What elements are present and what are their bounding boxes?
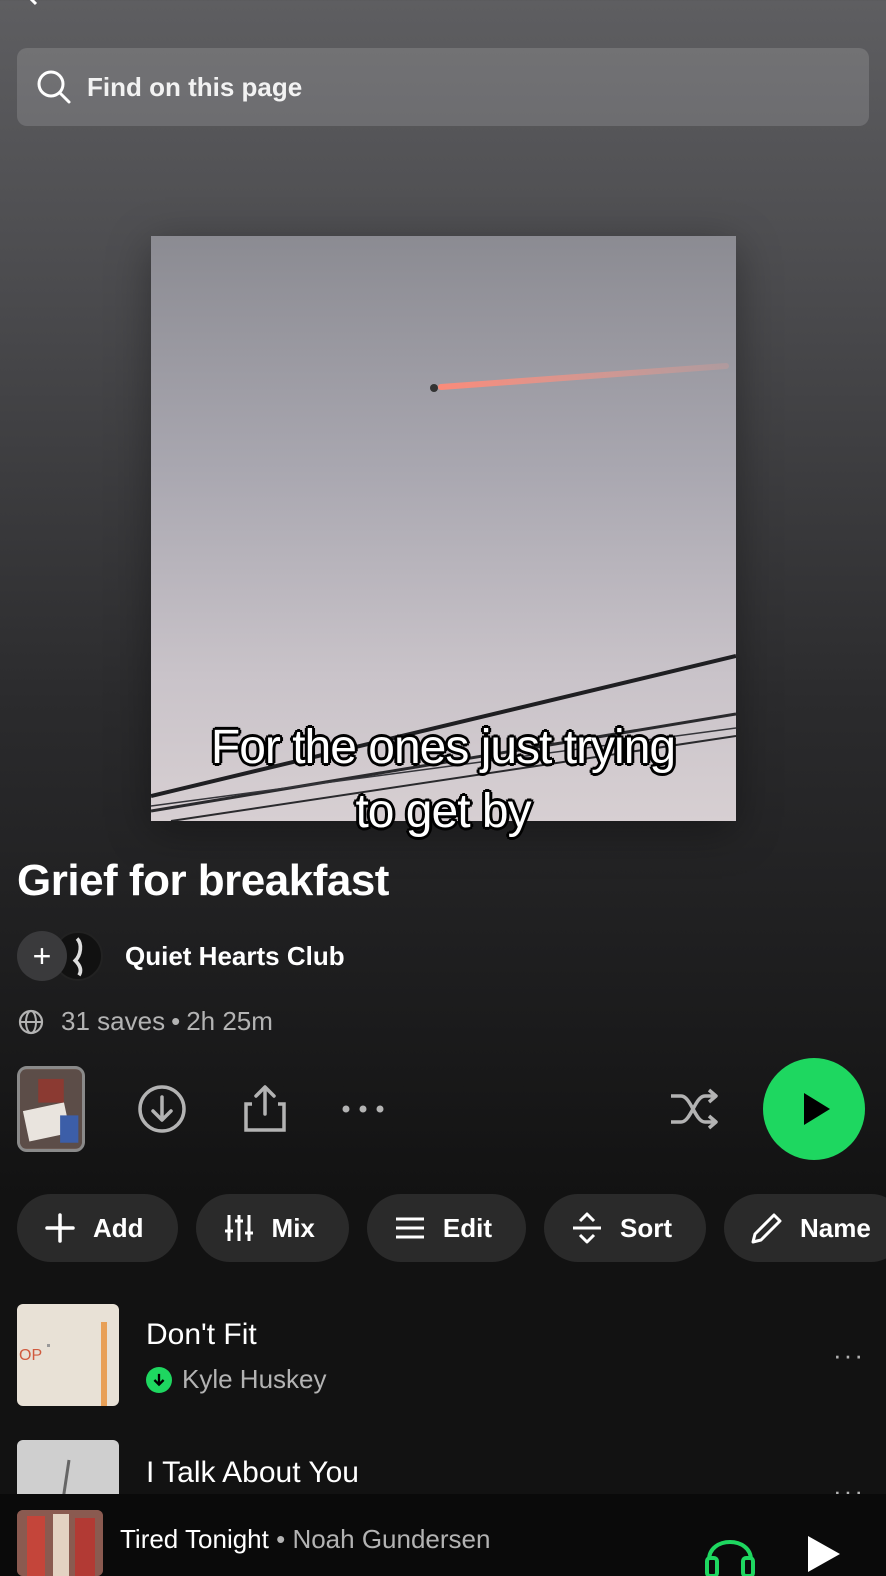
- track-artist-row: Kyle Huskey: [146, 1364, 327, 1395]
- plus-icon: +: [32, 937, 52, 974]
- add-chip[interactable]: Add: [17, 1194, 178, 1262]
- now-playing-separator: •: [268, 1524, 293, 1554]
- download-icon[interactable]: [135, 1082, 189, 1136]
- playlist-meta: 31 saves • 2h 25m: [17, 1006, 273, 1037]
- sort-icon: [573, 1212, 601, 1244]
- track-title: I Talk About You: [146, 1456, 359, 1489]
- now-playing-song: Tired Tonight: [120, 1524, 269, 1554]
- owner-name[interactable]: Quiet Hearts Club: [125, 941, 345, 972]
- pencil-icon: [751, 1213, 782, 1244]
- shuffle-icon[interactable]: [667, 1082, 721, 1136]
- search-icon: [37, 70, 71, 104]
- playlist-duration: 2h 25m: [186, 1006, 273, 1036]
- svg-text:OP: OP: [19, 1347, 42, 1364]
- caption-line-1: For the ones just trying: [210, 721, 676, 774]
- connect-device-icon[interactable]: [703, 1530, 757, 1576]
- now-playing-bar[interactable]: Tired Tonight • Noah Gundersen: [0, 1494, 886, 1576]
- sort-chip-label: Sort: [620, 1212, 672, 1243]
- share-icon[interactable]: [238, 1082, 292, 1136]
- mix-chip[interactable]: Mix: [195, 1194, 349, 1262]
- edit-chip-label: Edit: [442, 1212, 492, 1243]
- caption-line-2: to get by: [355, 785, 531, 838]
- plus-icon: [45, 1213, 75, 1243]
- play-icon: [804, 1093, 830, 1125]
- add-collaborator-button[interactable]: +: [17, 931, 67, 981]
- list-icon: [395, 1217, 424, 1239]
- name-chip[interactable]: Name: [724, 1194, 886, 1262]
- now-playing-artist: Noah Gundersen: [292, 1524, 491, 1554]
- mini-play-icon[interactable]: [800, 1532, 844, 1576]
- downloaded-icon: [146, 1366, 172, 1393]
- mix-chip-label: Mix: [271, 1212, 315, 1243]
- track-row[interactable]: OP Don't Fit Kyle Huskey ···: [17, 1304, 869, 1408]
- play-button[interactable]: [763, 1058, 865, 1160]
- search-placeholder: Find on this page: [87, 71, 303, 102]
- mix-icon: [224, 1215, 253, 1241]
- add-chip-label: Add: [93, 1212, 144, 1243]
- meta-separator: •: [171, 1006, 181, 1036]
- video-caption: For the ones just trying to get by: [0, 716, 886, 844]
- owner-row[interactable]: + Quiet Hearts Club: [17, 930, 345, 982]
- back-chevron-icon[interactable]: [22, 0, 42, 6]
- saves-count: 31 saves: [61, 1006, 166, 1036]
- playlist-preview-thumbnail[interactable]: [17, 1066, 85, 1152]
- sort-chip[interactable]: Sort: [544, 1194, 706, 1262]
- track-artwork: OP: [17, 1304, 119, 1406]
- now-playing-text: Tired Tonight • Noah Gundersen: [120, 1524, 490, 1555]
- more-icon[interactable]: [336, 1082, 390, 1136]
- track-title: Don't Fit: [146, 1318, 257, 1351]
- name-chip-label: Name: [800, 1212, 871, 1243]
- track-more-icon[interactable]: ···: [833, 1340, 865, 1371]
- now-playing-artwork: [17, 1510, 103, 1576]
- globe-icon: [18, 1009, 44, 1034]
- playlist-controls: [17, 1058, 869, 1160]
- track-artist: Kyle Huskey: [182, 1364, 327, 1394]
- find-on-page-search[interactable]: Find on this page: [17, 48, 869, 126]
- edit-chip[interactable]: Edit: [366, 1194, 526, 1262]
- action-chips: Add Mix Edit Sort Name: [17, 1194, 886, 1262]
- playlist-title: Grief for breakfast: [17, 856, 389, 905]
